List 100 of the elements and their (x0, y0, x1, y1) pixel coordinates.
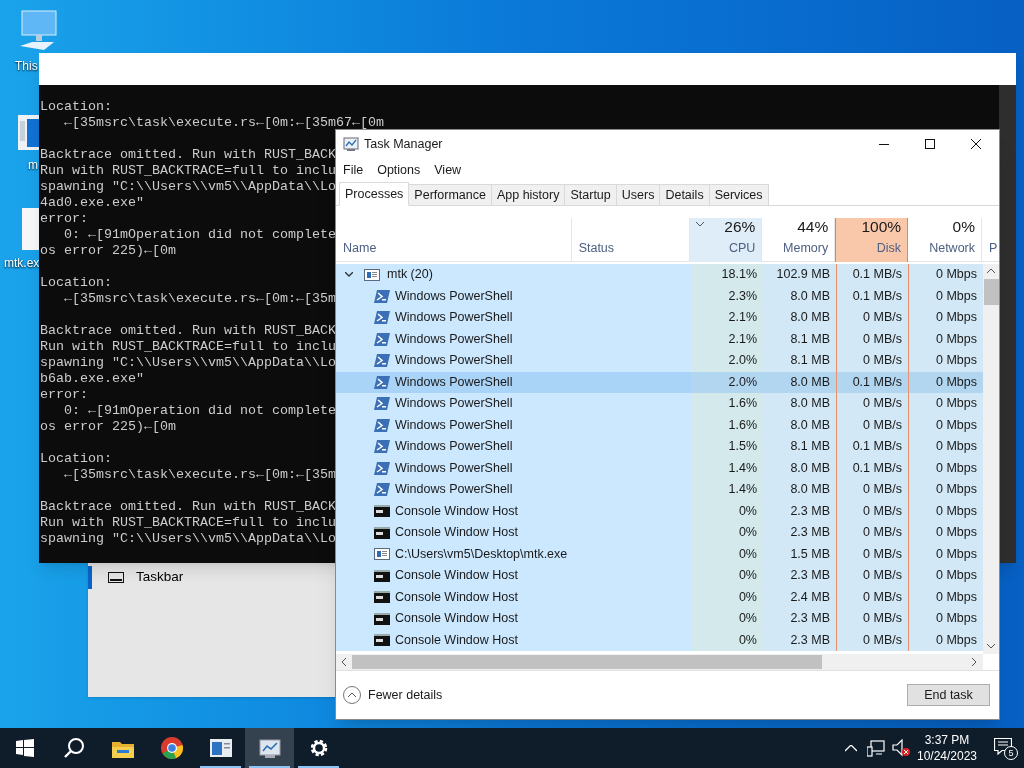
fewer-details-button[interactable]: Fewer details (343, 685, 443, 705)
table-cell: 2.3 MB (763, 522, 836, 544)
tab[interactable]: Users (616, 184, 661, 205)
scrollbar-thumb[interactable] (352, 655, 822, 669)
table-cell: 1.6% (691, 393, 763, 415)
console-line: Backtrace omitted. Run with RUST_BACK (40, 499, 336, 515)
table-cell: 1.4% (691, 479, 763, 501)
process-row[interactable]: Windows PowerShell 1.4% 8.0 MB 0.1 MB/s 0 Mbps (336, 457, 983, 479)
process-row[interactable]: Console Window Host 0% 2.3 MB 0 MB/s 0 Mbps (336, 608, 983, 630)
tab[interactable]: Processes (339, 182, 410, 206)
column-header[interactable]: 0% Network (908, 218, 982, 262)
process-row[interactable]: Windows PowerShell 2.1% 8.0 MB 0 MB/s 0 Mbps (336, 307, 983, 329)
close-icon (971, 139, 981, 149)
process-row[interactable]: Windows PowerShell 2.0% 8.1 MB 0 MB/s 0 Mbps (336, 350, 983, 372)
column-header[interactable]: 100% Disk (835, 218, 909, 262)
process-row[interactable]: Console Window Host 0% 2.3 MB 0 MB/s 0 Mbps (336, 522, 983, 544)
process-row[interactable]: Windows PowerShell 1.4% 8.0 MB 0 MB/s 0 Mbps (336, 479, 983, 501)
notification-icon (994, 738, 1012, 755)
column-percent: 44% (797, 218, 829, 237)
vertical-scrollbar[interactable] (983, 264, 999, 654)
console-line: ←[35msrc\task\execute.rs←[0m:←[35m (63, 291, 336, 307)
menu-item[interactable]: File (338, 160, 369, 180)
process-name: Console Window Host (395, 631, 518, 649)
date-text: 10/24/2023 (916, 748, 978, 764)
menu-item[interactable]: View (429, 160, 467, 180)
table-cell: 8.0 MB (763, 457, 836, 479)
tab[interactable]: Startup (565, 184, 617, 205)
table-cell: 0 MB/s (836, 350, 909, 372)
table-cell: 18.1% (691, 264, 763, 286)
console-line: spawning "C:\\Users\\vm5\\AppData\\Lo (40, 531, 336, 547)
tab[interactable]: Performance (409, 184, 492, 205)
console-line: Run with RUST_BACKTRACE=full to inclu (40, 163, 336, 179)
process-row[interactable]: Console Window Host 0% 2.4 MB 0 MB/s 0 Mbps (336, 586, 983, 608)
table-cell: 0% (691, 522, 763, 544)
process-row[interactable]: Console Window Host 0% 2.3 MB 0 MB/s 0 Mbps (336, 565, 983, 587)
table-cell: 2.3% (691, 285, 763, 307)
end-task-button[interactable]: End task (907, 684, 990, 706)
powershell-icon (374, 461, 390, 475)
window-title: Task Manager (364, 135, 443, 153)
process-name: mtk (20) (387, 266, 433, 284)
table-cell: 1.5 MB (763, 543, 836, 565)
process-row[interactable]: C:\Users\vm5\Desktop\mtk.exe 0% 1.5 MB 0 MB/s 0 Mbps (336, 543, 983, 565)
table-cell: 0.1 MB/s (836, 285, 909, 307)
column-header[interactable]: 26% CPU (690, 218, 763, 262)
settings-icon (308, 738, 329, 758)
process-row[interactable]: Windows PowerShell 2.3% 8.0 MB 0.1 MB/s 0 Mbps (336, 285, 983, 307)
process-row[interactable]: mtk (20) 18.1% 102.9 MB 0.1 MB/s 0 Mbps (336, 264, 983, 286)
tab[interactable]: App history (491, 184, 566, 205)
console-line: Location: (40, 451, 112, 467)
tab[interactable]: Details (660, 184, 710, 205)
table-cell: 0 MB/s (836, 586, 909, 608)
process-row[interactable]: Windows PowerShell 1.6% 8.0 MB 0 MB/s 0 Mbps (336, 393, 983, 415)
process-row[interactable]: Console Window Host 0% 2.3 MB 0 MB/s 0 Mbps (336, 629, 983, 651)
table-cell: 0 Mbps (909, 328, 983, 350)
process-name: Console Window Host (395, 502, 518, 520)
tab[interactable]: Services (709, 184, 769, 205)
table-cell: 0 MB/s (836, 565, 909, 587)
table-cell: 2.4 MB (763, 586, 836, 608)
table-cell: 0 Mbps (909, 457, 983, 479)
windows-logo-icon (15, 739, 34, 757)
window-icon (18, 115, 39, 150)
task-manager-icon (343, 136, 359, 152)
table-cell: 1.4% (691, 457, 763, 479)
horizontal-scrollbar[interactable] (336, 654, 983, 670)
process-name: Windows PowerShell (395, 330, 513, 348)
menu-item[interactable]: Options (372, 160, 426, 180)
column-percent: 0% (952, 218, 975, 237)
time-text: 3:37 PM (924, 732, 970, 748)
process-row[interactable]: Windows PowerShell 2.0% 8.0 MB 0.1 MB/s 0 Mbps (336, 371, 983, 393)
console-icon (374, 505, 390, 518)
process-name: Windows PowerShell (395, 459, 513, 477)
table-cell: 0 Mbps (909, 436, 983, 458)
table-cell: 1.6% (691, 414, 763, 436)
console-line: Run with RUST_BACKTRACE=full to inclu (40, 515, 336, 531)
table-cell: 1.5% (691, 436, 763, 458)
notifications-button[interactable]: 5 (984, 728, 1024, 768)
table-cell: 0 Mbps (909, 586, 983, 608)
powershell-icon (374, 311, 390, 325)
table-cell: 8.0 MB (763, 307, 836, 329)
console-line: Location: (40, 275, 112, 291)
search-icon (63, 738, 84, 758)
process-row[interactable]: Windows PowerShell 2.1% 8.1 MB 0 MB/s 0 Mbps (336, 328, 983, 350)
table-cell: 0 Mbps (909, 264, 983, 286)
table-cell: 102.9 MB (763, 264, 836, 286)
column-label: Disk (876, 240, 902, 258)
table-cell: 0.1 MB/s (836, 457, 909, 479)
clock[interactable]: 3:37 PM 10/24/2023 (916, 732, 978, 764)
process-row[interactable]: Windows PowerShell 1.5% 8.1 MB 0.1 MB/s 0 Mbps (336, 436, 983, 458)
scrollbar-thumb[interactable] (983, 279, 999, 305)
column-header[interactable]: Name (336, 218, 572, 262)
table-cell: 0 Mbps (909, 393, 983, 415)
monitor-chart-icon (258, 737, 281, 759)
powershell-icon (374, 289, 390, 303)
process-row[interactable]: Windows PowerShell 1.6% 8.0 MB 0 MB/s 0 Mbps (336, 414, 983, 436)
process-row[interactable]: Console Window Host 0% 2.3 MB 0 MB/s 0 Mbps (336, 500, 983, 522)
table-cell: 8.0 MB (763, 414, 836, 436)
column-header[interactable]: P (982, 218, 999, 262)
scroll-down-icon (987, 644, 995, 649)
taskbar-button[interactable] (245, 728, 294, 768)
table-cell: 0 MB/s (836, 608, 909, 630)
